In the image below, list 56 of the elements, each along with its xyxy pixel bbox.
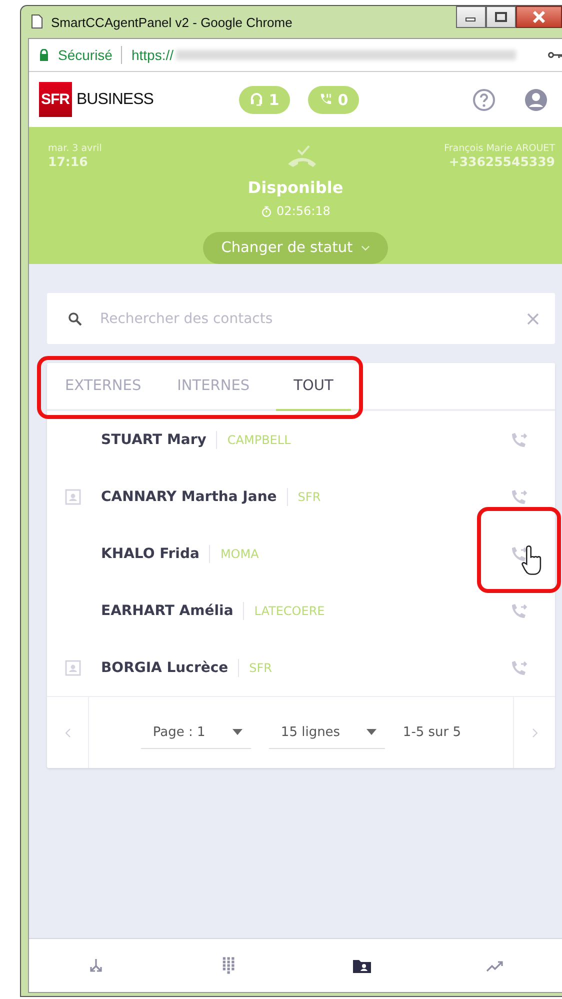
chevron-right-icon <box>532 728 538 738</box>
chevron-left-icon <box>64 728 70 738</box>
phone-forward-icon <box>510 544 528 562</box>
close-icon <box>532 11 546 23</box>
chevron-down-icon <box>360 245 370 251</box>
phone-forward-icon <box>510 430 528 448</box>
company-label: CAMPBELL <box>227 432 291 446</box>
contact-name[interactable]: BORGIA Lucrèce <box>101 660 228 676</box>
transfer-icon <box>88 958 104 974</box>
clear-icon[interactable] <box>527 312 539 324</box>
phone-forward-icon <box>510 658 528 676</box>
logo: SFR <box>39 82 72 117</box>
contact-name[interactable]: STUART Mary <box>101 432 206 448</box>
help-icon[interactable] <box>472 88 496 112</box>
maximize-button[interactable] <box>486 6 516 28</box>
date-label: mar. 3 avril <box>48 143 103 154</box>
search-icon <box>68 312 82 326</box>
time-label: 17:16 <box>48 154 89 169</box>
security-label: Sécurisé <box>58 47 112 63</box>
search-field[interactable]: Rechercher des contacts <box>47 293 555 344</box>
range-label: 1-5 sur 5 <box>402 725 462 740</box>
agent-phone: +33625545339 <box>448 154 555 169</box>
document-icon <box>31 14 43 29</box>
lock-icon <box>39 49 49 61</box>
contact-name[interactable]: EARHART Amélia <box>101 602 234 618</box>
keypad-icon <box>222 957 236 974</box>
contact-name[interactable]: CANNARY Martha Jane <box>101 488 277 504</box>
agent-name: François Marie AROUET <box>444 143 555 154</box>
key-icon[interactable] <box>548 51 562 59</box>
maximize-icon <box>494 12 508 22</box>
contact-name[interactable]: KHALO Frida <box>101 546 200 562</box>
trend-chart-icon <box>486 960 504 972</box>
dropdown-arrow-icon <box>232 729 243 735</box>
stopwatch-icon <box>260 206 272 216</box>
brand-name: BUSINESS <box>76 90 154 108</box>
phone-forward-icon <box>510 488 528 506</box>
page-select[interactable]: Page : 1 <box>140 716 251 748</box>
dropdown-arrow-icon <box>366 729 377 735</box>
company-label: SFR <box>249 660 272 674</box>
company-label: LATECOERE <box>254 604 325 618</box>
phone-icon <box>318 92 332 107</box>
close-button[interactable] <box>516 6 562 28</box>
contacts-folder-icon <box>353 958 372 972</box>
address-bar[interactable]: Sécurisé https:// <box>29 39 562 72</box>
status-label: Disponible <box>248 178 344 197</box>
company-label: MOMA <box>220 546 259 560</box>
timer-label: 02:56:18 <box>276 204 330 218</box>
lines-select[interactable]: 15 lignes <box>268 716 385 748</box>
company-label: SFR <box>298 490 321 504</box>
user-avatar-icon[interactable] <box>524 88 548 112</box>
headset-icon <box>250 92 263 107</box>
minimize-button[interactable] <box>456 6 486 28</box>
url-text: https:// <box>131 47 174 63</box>
window-title: SmartCCAgentPanel v2 - Google Chrome <box>51 15 294 30</box>
tab[interactable]: TOUT <box>276 363 352 411</box>
phone-forward-icon <box>510 602 528 620</box>
